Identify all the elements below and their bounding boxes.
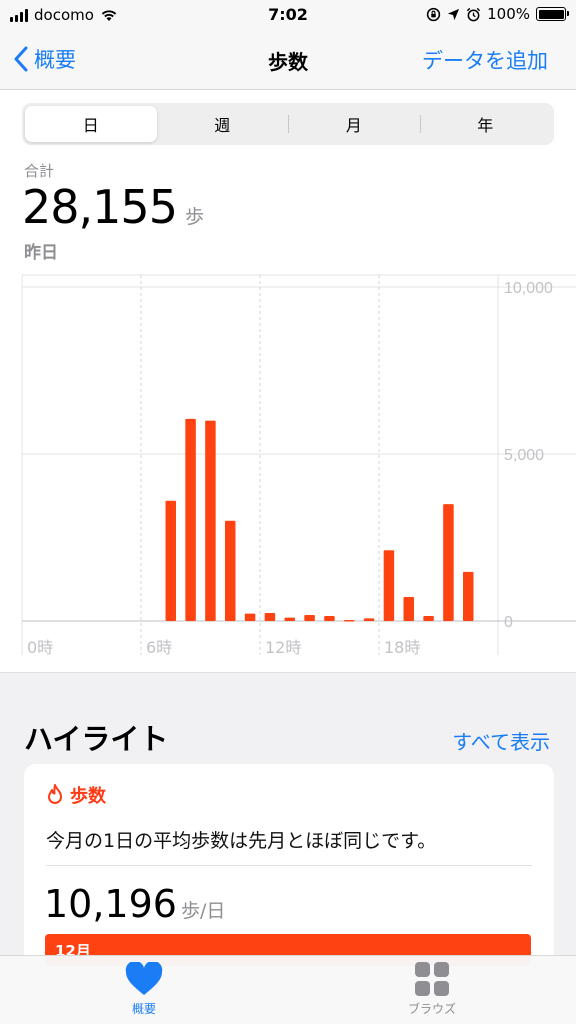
x-tick-label: 0時 xyxy=(27,638,53,657)
segment-day[interactable]: 日 xyxy=(25,106,157,142)
y-tick-label: 5,000 xyxy=(504,447,544,464)
status-right: 100% xyxy=(426,5,569,23)
y-tick-label: 10,000 xyxy=(504,280,553,297)
hourly-steps-chart[interactable]: 10,000 5,000 0 0時 6時 12時 18時 xyxy=(0,265,576,665)
alarm-icon xyxy=(466,7,481,21)
y-tick-label: 0 xyxy=(504,614,513,631)
chart-bar xyxy=(324,615,335,621)
back-button[interactable]: 概要 xyxy=(14,44,76,74)
date-label: 昨日 xyxy=(24,243,58,263)
divider xyxy=(46,865,532,866)
tab-summary[interactable]: 概要 xyxy=(84,962,204,1017)
chart-bar xyxy=(463,571,474,621)
battery-percent: 100% xyxy=(487,5,530,23)
chart-bar xyxy=(225,520,236,621)
average-steps-value: 10,196 xyxy=(44,882,177,926)
chevron-left-icon xyxy=(14,46,28,72)
grid-icon xyxy=(415,962,449,996)
chart-bar xyxy=(185,418,196,621)
tab-browse-label: ブラウズ xyxy=(407,1002,456,1016)
chart-bar xyxy=(165,500,176,621)
heart-icon xyxy=(125,962,163,995)
tab-summary-label: 概要 xyxy=(131,1002,156,1016)
total-steps-unit: 歩 xyxy=(184,206,204,228)
chart-bar xyxy=(304,614,315,621)
highlight-card-header: 歩数 xyxy=(46,782,106,808)
x-tick-label: 12時 xyxy=(265,638,301,657)
highlight-category: 歩数 xyxy=(70,786,106,807)
segment-week[interactable]: 週 xyxy=(157,106,289,142)
flame-icon xyxy=(48,784,62,804)
chart-bar xyxy=(344,619,355,622)
total-steps-value: 28,155 xyxy=(22,180,178,234)
average-steps: 10,196 歩/日 xyxy=(44,882,225,926)
chart-bar xyxy=(363,618,375,621)
chart-bar xyxy=(284,617,295,621)
highlight-text: 今月の1日の平均歩数は先月とほぼ同じです。 xyxy=(46,830,437,852)
status-bar: docomo 7:02 100% xyxy=(0,0,576,30)
highlights-title: ハイライト xyxy=(24,722,169,756)
chart-bar xyxy=(403,596,414,621)
chart-bar xyxy=(383,550,395,621)
add-data-button[interactable]: データを追加 xyxy=(422,45,548,75)
chart-bar xyxy=(205,420,216,621)
chart-bar xyxy=(423,615,434,621)
total-steps: 28,155 歩 xyxy=(22,180,204,234)
location-icon xyxy=(448,8,460,20)
total-label: 合計 xyxy=(24,162,55,180)
x-tick-label: 18時 xyxy=(384,638,420,657)
tab-browse[interactable]: ブラウズ xyxy=(372,962,492,1017)
chart-bar xyxy=(264,612,276,621)
chart-bar xyxy=(244,613,256,621)
average-steps-unit: 歩/日 xyxy=(180,900,226,922)
segment-year[interactable]: 年 xyxy=(419,106,552,142)
segment-month[interactable]: 月 xyxy=(288,106,420,142)
navigation-bar: 概要 歩数 データを追加 xyxy=(0,30,576,90)
period-segmented-control: 日 週 月 年 xyxy=(22,103,554,145)
back-button-label: 概要 xyxy=(34,48,76,72)
x-tick-label: 6時 xyxy=(146,638,172,657)
show-all-link[interactable]: すべて表示 xyxy=(452,726,550,755)
chart-bar xyxy=(443,504,454,621)
rotation-lock-icon xyxy=(426,7,441,21)
battery-icon xyxy=(536,7,569,21)
tab-bar: 概要 ブラウズ xyxy=(0,955,576,1024)
